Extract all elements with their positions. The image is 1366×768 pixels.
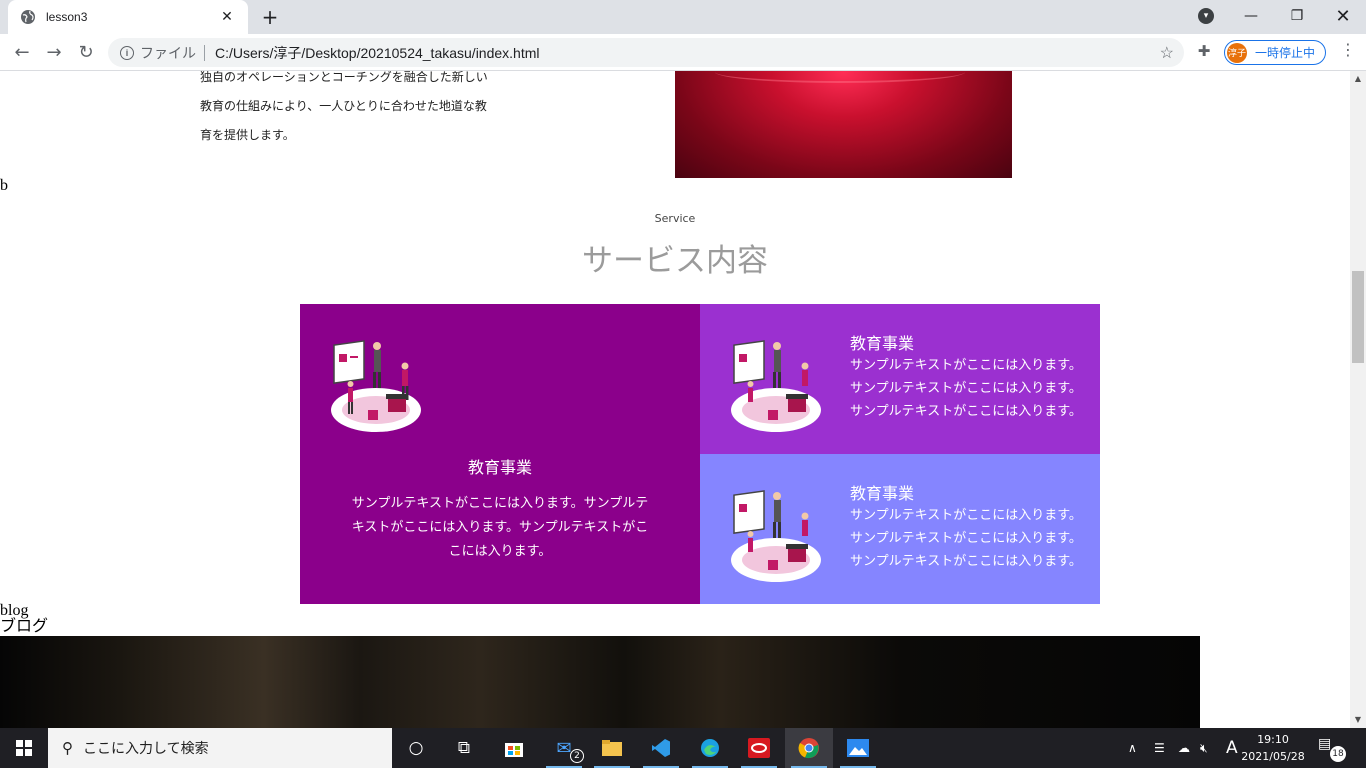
about-line: 教育の仕組みにより、一人ひとりに合わせた地道な教 bbox=[200, 99, 487, 113]
notification-count-badge: 18 bbox=[1330, 746, 1346, 762]
blog-hero-image bbox=[0, 636, 1200, 728]
address-bar[interactable]: i ファイル C:/Users/淳子/Desktop/20210524_taka… bbox=[108, 38, 1184, 67]
search-icon: ⚲ bbox=[62, 740, 73, 757]
edge-icon[interactable] bbox=[686, 728, 734, 768]
vscode-icon[interactable] bbox=[637, 728, 685, 768]
reload-button[interactable]: ↻ bbox=[72, 38, 100, 66]
tab-title: lesson3 bbox=[46, 10, 88, 24]
education-illustration-icon bbox=[731, 490, 821, 582]
tab-strip: lesson3 ✕ + ▾ — ❐ ✕ bbox=[0, 0, 1366, 34]
service-card-line: サンプルテキストがここには入ります。 bbox=[850, 531, 1082, 546]
ime-indicator[interactable]: A bbox=[1226, 728, 1238, 768]
about-text: 独自のオペレーションとコーチングを融合した新しい 教育の仕組みにより、一人ひとり… bbox=[200, 71, 520, 150]
trend-micro-icon[interactable] bbox=[735, 728, 783, 768]
extensions-puzzle-icon[interactable]: ✚ bbox=[1194, 42, 1214, 62]
taskbar-search-input[interactable]: ⚲ ここに入力して検索 bbox=[48, 728, 392, 768]
notification-center-icon[interactable]: ▤ 18 bbox=[1318, 736, 1346, 762]
file-explorer-icon[interactable] bbox=[588, 728, 636, 768]
service-card-line: サンプルテキストがここには入ります。 bbox=[850, 508, 1082, 523]
address-scheme-label: ファイル bbox=[140, 44, 196, 61]
service-card-body: サンプルテキストがここには入ります。サンプルテキストがここには入ります。サンプル… bbox=[351, 496, 649, 559]
address-separator bbox=[204, 44, 205, 61]
blog-subheading: blog bbox=[0, 602, 29, 619]
mail-icon[interactable]: ✉ 2 bbox=[540, 728, 588, 768]
tab-lesson3[interactable]: lesson3 ✕ bbox=[8, 0, 248, 34]
blog-heading: ブログ bbox=[0, 618, 49, 635]
globe-icon bbox=[21, 10, 35, 24]
chrome-icon[interactable] bbox=[785, 728, 833, 768]
page-scrollbar[interactable]: ▲ ▼ bbox=[1350, 71, 1366, 728]
profile-button[interactable]: 淳子 一時停止中 bbox=[1224, 40, 1326, 65]
clock-time: 19:10 bbox=[1257, 733, 1289, 746]
about-line: 育を提供します。 bbox=[200, 128, 295, 142]
restore-button[interactable]: ❐ bbox=[1274, 0, 1320, 32]
photos-icon[interactable] bbox=[834, 728, 882, 768]
about-line: 独自のオペレーションとコーチングを融合した新しい bbox=[200, 71, 488, 84]
avatar: 淳子 bbox=[1227, 42, 1247, 63]
service-subheading: Service bbox=[654, 212, 696, 225]
address-url[interactable]: C:/Users/淳子/Desktop/20210524_takasu/inde… bbox=[215, 43, 540, 63]
scroll-down-arrow-icon[interactable]: ▼ bbox=[1350, 712, 1366, 728]
service-card-large: 教育事業 サンプルテキストがここには入ります。サンプルテキストがここには入ります… bbox=[300, 304, 700, 604]
page-viewport: 独自のオペレーションとコーチングを融合した新しい 教育の仕組みにより、一人ひとり… bbox=[0, 71, 1350, 728]
cortana-icon[interactable]: ○ bbox=[392, 728, 440, 768]
service-card-line: サンプルテキストがここには入ります。 bbox=[850, 554, 1082, 569]
about-neon-image bbox=[675, 71, 1012, 178]
service-grid: 教育事業 サンプルテキストがここには入ります。サンプルテキストがここには入ります… bbox=[300, 304, 1100, 604]
minimize-button[interactable]: — bbox=[1228, 0, 1274, 32]
close-window-button[interactable]: ✕ bbox=[1320, 0, 1366, 32]
service-card-line: サンプルテキストがここには入ります。 bbox=[850, 404, 1082, 419]
back-button[interactable]: ← bbox=[8, 38, 36, 66]
education-illustration-icon bbox=[331, 340, 421, 432]
new-tab-button[interactable]: + bbox=[258, 6, 282, 30]
service-card-body: サンプルテキストがここには入ります。 サンプルテキストがここには入ります。 サン… bbox=[850, 504, 1090, 573]
stray-text: b bbox=[0, 177, 8, 194]
service-card-small: 教育事業 サンプルテキストがここには入ります。 サンプルテキストがここには入りま… bbox=[700, 454, 1100, 604]
taskbar-search-placeholder: ここに入力して検索 bbox=[83, 740, 209, 756]
menu-kebab-icon[interactable]: ⋮ bbox=[1338, 40, 1358, 64]
education-illustration-icon bbox=[731, 340, 821, 432]
tab-close-icon[interactable]: ✕ bbox=[218, 9, 236, 25]
service-card-line: サンプルテキストがここには入ります。 bbox=[850, 358, 1082, 373]
service-card-body: サンプルテキストがここには入ります。 サンプルテキストがここには入ります。 サン… bbox=[850, 354, 1090, 423]
store-icon[interactable] bbox=[490, 728, 538, 768]
service-card-small: 教育事業 サンプルテキストがここには入ります。 サンプルテキストがここには入りま… bbox=[700, 304, 1100, 454]
volume-muted-icon[interactable]: 🔇︎ bbox=[1200, 728, 1208, 768]
service-card-title: 教育事業 bbox=[850, 334, 915, 353]
onedrive-cloud-icon[interactable]: ☁ bbox=[1178, 728, 1190, 768]
profile-status-label: 一時停止中 bbox=[1255, 46, 1316, 60]
tray-chevron-icon[interactable]: ∧ bbox=[1128, 728, 1137, 768]
windows-start-icon[interactable] bbox=[0, 728, 48, 768]
service-card-line: サンプルテキストがここには入ります。 bbox=[850, 381, 1082, 396]
mail-badge: 2 bbox=[570, 749, 584, 763]
scroll-thumb[interactable] bbox=[1352, 271, 1364, 363]
service-card-title: 教育事業 bbox=[467, 458, 532, 477]
tab-search-icon[interactable]: ▾ bbox=[1198, 8, 1214, 24]
clock-date: 2021/05/28 bbox=[1241, 750, 1305, 763]
forward-button[interactable]: → bbox=[40, 38, 68, 66]
service-card-title: 教育事業 bbox=[850, 484, 915, 503]
scroll-up-arrow-icon[interactable]: ▲ bbox=[1350, 71, 1366, 87]
browser-toolbar: ← → ↻ i ファイル C:/Users/淳子/Desktop/2021052… bbox=[0, 34, 1366, 71]
taskbar-clock[interactable]: 19:10 2021/05/28 bbox=[1240, 731, 1306, 765]
bookmark-star-icon[interactable]: ☆ bbox=[1160, 43, 1174, 63]
task-view-icon[interactable]: ⧉ bbox=[440, 728, 488, 768]
network-icon[interactable]: ☰ bbox=[1154, 728, 1165, 768]
info-icon[interactable]: i bbox=[120, 45, 134, 60]
service-heading: サービス内容 bbox=[582, 243, 768, 279]
